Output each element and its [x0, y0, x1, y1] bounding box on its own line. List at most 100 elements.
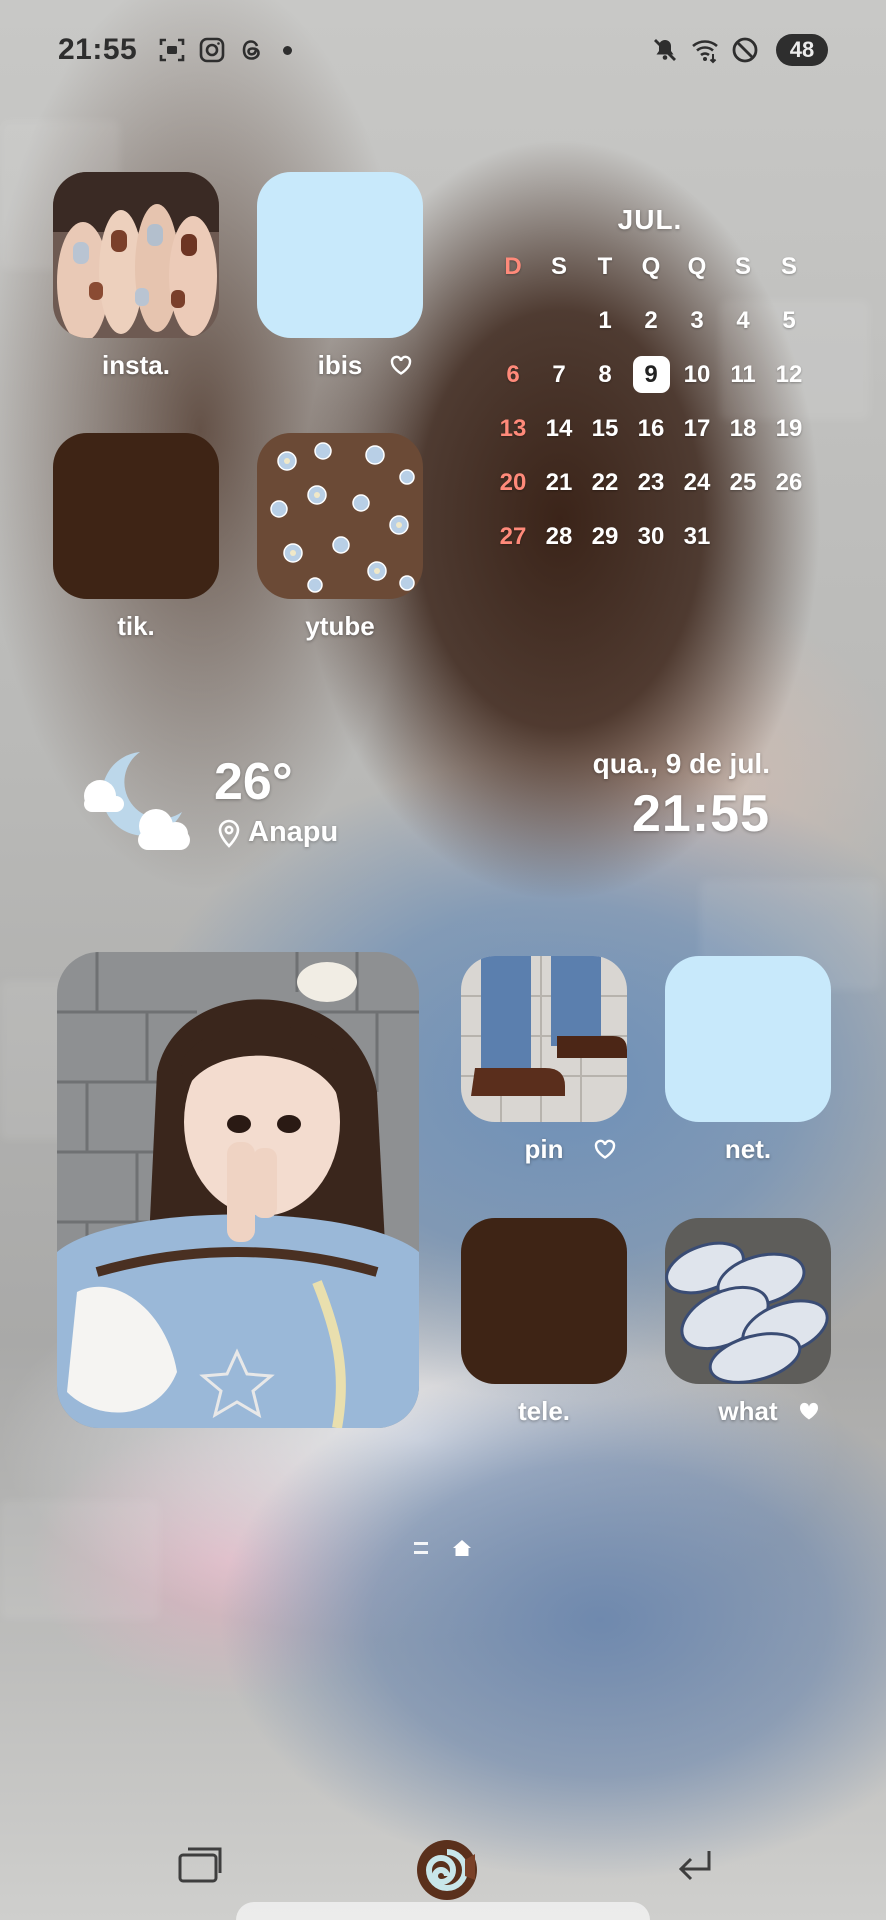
- home-button[interactable]: [415, 1838, 479, 1902]
- calendar-month: JUL.: [617, 204, 683, 235]
- calendar-day: 16: [637, 415, 665, 442]
- recents-icon: [178, 1847, 222, 1883]
- app-ibis[interactable]: ibis: [257, 172, 423, 382]
- tele-label: tele.: [517, 1396, 571, 1426]
- calendar-day: 10: [683, 361, 711, 388]
- calendar-day: [720, 518, 766, 555]
- what-app-icon[interactable]: [665, 1218, 831, 1384]
- calendar-day: 15: [591, 415, 619, 442]
- insta-label: insta.: [102, 350, 170, 380]
- calendar-day: 31: [683, 523, 711, 550]
- app-insta[interactable]: insta.: [53, 172, 219, 382]
- app-net[interactable]: net.: [665, 956, 831, 1166]
- calendar-day: 20: [499, 469, 527, 496]
- weather-location: Anapu: [216, 816, 338, 849]
- weekday-label: Q: [687, 253, 707, 280]
- calendar-day: 6: [506, 361, 520, 388]
- temperature: 26°: [214, 753, 293, 811]
- location-pin-icon: [218, 819, 240, 848]
- home-swiss-roll-icon: [417, 1840, 477, 1900]
- calendar-day: 27: [499, 523, 527, 550]
- calendar-day: [490, 302, 536, 339]
- calendar-widget[interactable]: JUL. D S T Q Q S S 1 2 3 4 5 6 7 8 9 10 …: [490, 200, 810, 555]
- tik-label: tik.: [117, 611, 155, 641]
- weekday-label: S: [734, 253, 751, 280]
- back-button[interactable]: [670, 1840, 720, 1890]
- calendar-day: 24: [683, 469, 711, 496]
- calendar-day: 25: [729, 469, 757, 496]
- net-label: net.: [724, 1134, 772, 1164]
- mute-icon: [650, 35, 680, 65]
- calendar-day: 2: [644, 307, 658, 334]
- calendar-day: 19: [775, 415, 803, 442]
- calendar-day: 29: [591, 523, 619, 550]
- net-app-icon[interactable]: [665, 956, 831, 1122]
- calendar-day: 18: [729, 415, 757, 442]
- weather-widget[interactable]: 26° Anapu: [78, 748, 398, 858]
- app-ytube[interactable]: ytube: [257, 433, 423, 643]
- status-bar-left: 21:55: [58, 30, 293, 70]
- do-not-disturb-icon: [730, 35, 760, 65]
- back-icon: [678, 1851, 711, 1881]
- gesture-handle[interactable]: [236, 1902, 650, 1920]
- screenshot-icon: [157, 35, 187, 65]
- calendar-day: 12: [775, 361, 803, 388]
- calendar-day: 28: [545, 523, 573, 550]
- weekday-label: T: [597, 253, 613, 280]
- calendar-day: 30: [637, 523, 665, 550]
- heart-outline-icon: [594, 1139, 616, 1159]
- page-indicator[interactable]: [414, 1538, 472, 1558]
- tele-app-icon[interactable]: [461, 1218, 627, 1384]
- wifi-icon: [690, 35, 720, 65]
- threads-icon: [237, 35, 267, 65]
- ytube-app-icon[interactable]: [257, 433, 423, 599]
- location-name: Anapu: [248, 816, 339, 848]
- status-clock: 21:55: [58, 33, 138, 66]
- calendar-day: 21: [545, 469, 573, 496]
- ibis-label: ibis: [317, 350, 363, 380]
- heart-outline-icon: [390, 355, 412, 375]
- calendar-day: 5: [782, 307, 796, 334]
- calendar-day: 1: [598, 307, 612, 334]
- ytube-label: ytube: [305, 611, 375, 641]
- weekday-label: D: [504, 253, 522, 280]
- widget-date: qua., 9 de jul.: [592, 748, 770, 779]
- calendar-day: 13: [499, 415, 527, 442]
- what-label: what: [718, 1396, 778, 1426]
- weekday-label: Q: [641, 253, 661, 280]
- battery-indicator: 48: [776, 34, 828, 66]
- app-tik[interactable]: tik.: [53, 433, 219, 643]
- status-bar-right: 48: [650, 30, 828, 70]
- widget-time: 21:55: [632, 785, 770, 843]
- recents-button[interactable]: [175, 1840, 225, 1890]
- moon-cloud-icon: [84, 752, 190, 850]
- ibis-app-icon[interactable]: [257, 172, 423, 338]
- calendar-today: 9: [632, 356, 670, 393]
- calendar-day: 4: [736, 307, 750, 334]
- calendar-day: 26: [775, 469, 803, 496]
- calendar-day: 23: [637, 469, 665, 496]
- calendar-day: 17: [683, 415, 711, 442]
- pin-label: pin: [524, 1134, 564, 1164]
- insta-app-icon[interactable]: [53, 172, 219, 338]
- calendar-day: 8: [598, 361, 612, 388]
- app-pin[interactable]: pin: [461, 956, 627, 1166]
- tik-app-icon[interactable]: [53, 433, 219, 599]
- calendar-day: [766, 518, 812, 555]
- date-clock-widget[interactable]: qua., 9 de jul. 21:55: [593, 748, 770, 844]
- page-indicator-home-icon: [453, 1540, 471, 1556]
- photo-girl-peace-sign: [57, 952, 419, 1428]
- calendar-day: 22: [591, 469, 619, 496]
- calendar-day: [536, 302, 582, 339]
- page-indicator-list: [414, 1542, 428, 1554]
- calendar-grid: D S T Q Q S S 1 2 3 4 5 6 7 8 9 10 11 12…: [490, 248, 810, 555]
- app-tele[interactable]: tele.: [461, 1218, 627, 1428]
- instagram-icon: [197, 35, 227, 65]
- heart-filled-icon: [799, 1402, 819, 1420]
- calendar-day: 3: [690, 307, 704, 334]
- notification-dot: [283, 45, 293, 55]
- photo-widget[interactable]: [57, 952, 419, 1428]
- app-what[interactable]: what: [665, 1218, 831, 1428]
- calendar-day: 14: [545, 415, 573, 442]
- pin-app-icon[interactable]: [461, 956, 627, 1122]
